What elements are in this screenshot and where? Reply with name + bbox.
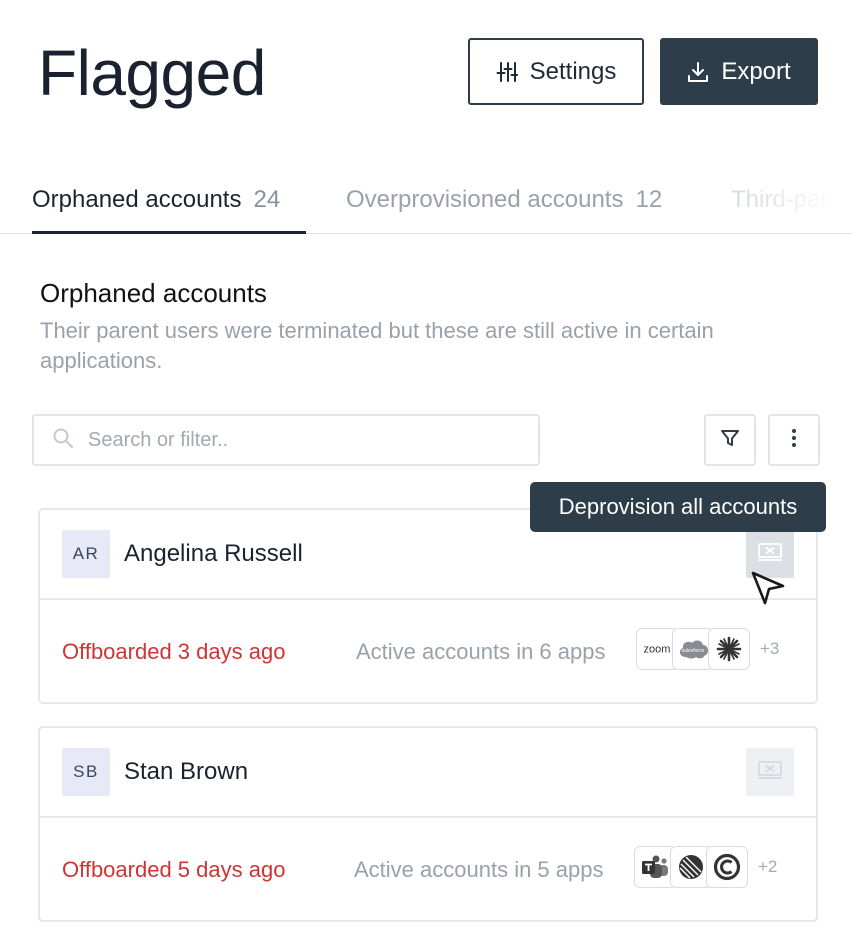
user-name: Angelina Russell	[124, 540, 303, 567]
more-apps-count[interactable]: +3	[760, 639, 779, 659]
deprovision-button[interactable]	[746, 748, 794, 796]
calendly-icon	[706, 846, 748, 888]
page-title: Flagged	[38, 37, 266, 109]
account-card-body: Offboarded 5 days ago Active accounts in…	[40, 820, 816, 920]
tab-count: 12	[635, 186, 663, 213]
tab-third-party[interactable]: Third-part	[731, 186, 835, 214]
vertical-dots-icon	[791, 428, 797, 453]
search-box[interactable]	[32, 414, 540, 466]
export-label: Export	[721, 57, 791, 85]
tab-label: Third-part	[731, 186, 836, 213]
more-options-button[interactable]	[768, 414, 820, 466]
download-icon	[687, 61, 709, 83]
tab-label: Orphaned accounts	[32, 186, 242, 213]
app-icons: +2	[634, 846, 777, 888]
salesforce-logo-text: salesforce	[682, 648, 705, 654]
zoom-logo-text: zoom	[644, 644, 671, 656]
tooltip: Deprovision all accounts	[530, 482, 826, 532]
tab-count: 24	[253, 186, 281, 213]
settings-label: Settings	[529, 57, 617, 85]
filter-button[interactable]	[704, 414, 756, 466]
avatar: AR	[62, 530, 110, 578]
account-card-header: SB Stan Brown	[40, 728, 816, 818]
tab-label: Overprovisioned accounts	[346, 186, 624, 213]
sliders-icon	[496, 61, 518, 83]
section-description: Their parent users were terminated but t…	[40, 318, 714, 373]
deprovision-icon	[757, 760, 783, 785]
account-card: SB Stan Brown Offboarded 5 days ago Acti…	[38, 726, 818, 922]
account-card-body: Offboarded 3 days ago Active accounts in…	[40, 602, 816, 702]
tab-bar: Orphaned accounts 24 Overprovisioned acco…	[0, 170, 852, 234]
offboarded-status: Offboarded 3 days ago	[62, 639, 286, 664]
search-icon	[52, 427, 74, 454]
tab-orphaned-accounts[interactable]: Orphaned accounts 24	[32, 186, 280, 214]
user-name: Stan Brown	[124, 758, 249, 785]
account-card: AR Angelina Russell Offboarded 3 days ag…	[38, 508, 818, 704]
more-apps-count[interactable]: +2	[758, 857, 777, 877]
export-button[interactable]: Export	[660, 38, 818, 105]
active-accounts-text: Active accounts in 5 apps	[354, 857, 604, 882]
section-title: Orphaned accounts	[40, 278, 267, 308]
settings-button[interactable]: Settings	[468, 38, 644, 105]
avatar: SB	[62, 748, 110, 796]
zendesk-icon	[708, 628, 750, 670]
mouse-cursor-icon	[750, 570, 786, 611]
app-icons: zoom salesforce +3	[636, 628, 779, 670]
active-tab-indicator	[32, 231, 306, 234]
filter-icon	[720, 428, 740, 453]
active-accounts-text: Active accounts in 6 apps	[356, 639, 606, 664]
tab-overprovisioned-accounts[interactable]: Overprovisioned accounts 12	[346, 186, 662, 214]
deprovision-icon	[757, 542, 783, 567]
search-input[interactable]	[88, 428, 488, 452]
offboarded-status: Offboarded 5 days ago	[62, 857, 286, 882]
